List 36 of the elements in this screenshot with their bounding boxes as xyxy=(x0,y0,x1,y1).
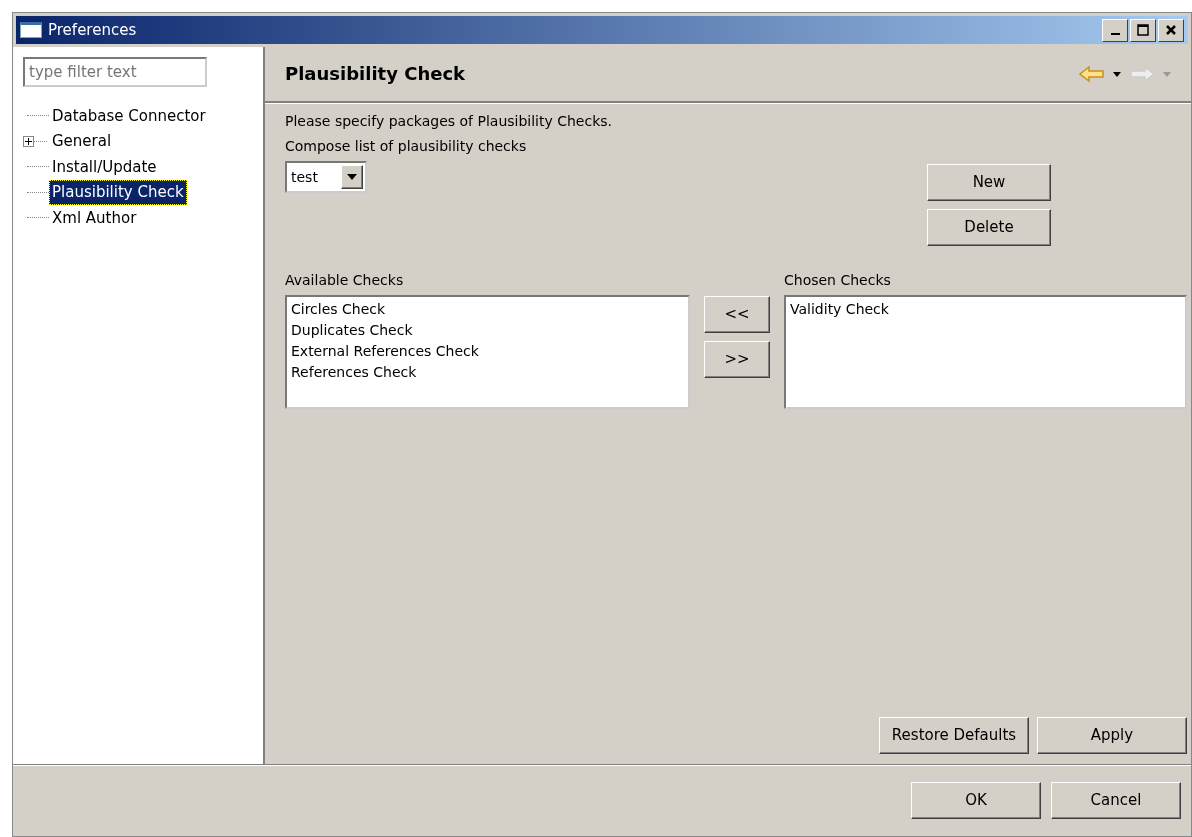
tree-item[interactable]: Plausibility Check xyxy=(49,180,187,205)
list-label: Chosen Checks xyxy=(784,271,892,290)
tree-item[interactable]: Install/Update xyxy=(49,154,160,179)
package-dropdown[interactable]: test xyxy=(285,161,367,193)
list-item[interactable]: Duplicates Check xyxy=(291,320,684,341)
dropdown-icon xyxy=(347,174,357,180)
list-item[interactable]: Circles Check xyxy=(291,299,684,320)
action-button[interactable]: Delete xyxy=(927,209,1051,246)
move-button[interactable]: << xyxy=(704,296,770,333)
dialog-button[interactable]: OK xyxy=(911,782,1041,819)
window-icon xyxy=(20,22,42,38)
dropdown-icon[interactable] xyxy=(1113,71,1121,77)
list-label: Available Checks xyxy=(285,271,405,290)
list-item[interactable]: Validity Check xyxy=(790,299,1181,320)
minimize-button[interactable] xyxy=(1102,18,1128,42)
maximize-button[interactable] xyxy=(1130,18,1156,42)
page-button[interactable]: Apply xyxy=(1037,717,1187,754)
move-button[interactable]: >> xyxy=(704,341,770,378)
tree-item[interactable]: General xyxy=(49,129,115,154)
filter-field[interactable]: type filter text xyxy=(23,57,207,87)
page-title: Plausibility Check xyxy=(285,63,467,85)
expand-icon[interactable] xyxy=(23,135,34,147)
close-icon xyxy=(1164,23,1178,37)
minimize-icon xyxy=(1110,33,1120,35)
list-item[interactable]: External References Check xyxy=(291,341,684,362)
compose-label: Compose list of plausibility checks xyxy=(285,137,528,156)
tree-item[interactable]: Xml Author xyxy=(49,205,140,230)
page-button[interactable]: Restore Defaults xyxy=(879,717,1029,754)
dialog-button[interactable]: Cancel xyxy=(1051,782,1181,819)
list-item[interactable]: References Check xyxy=(291,362,684,383)
action-button[interactable]: New xyxy=(927,164,1051,201)
maximize-icon xyxy=(1136,23,1150,37)
window-title: Preferences xyxy=(48,19,137,41)
tree-item[interactable]: Database Connector xyxy=(49,103,209,128)
description-text: Please specify packages of Plausibility Checks. xyxy=(285,112,614,131)
close-button[interactable] xyxy=(1158,18,1184,42)
